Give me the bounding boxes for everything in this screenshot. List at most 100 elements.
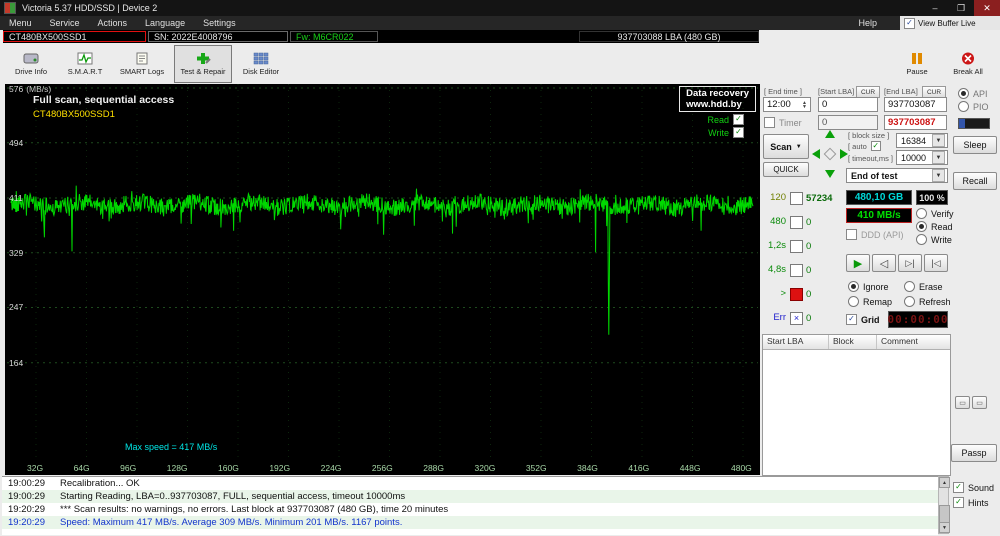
small-window-button-2[interactable]: ▭	[972, 396, 987, 409]
end-lba-input[interactable]: 937703087	[884, 97, 947, 112]
read-radio[interactable]: Read	[916, 221, 953, 232]
spinner-arrows-icon[interactable]: ▲ ▼	[802, 100, 807, 109]
step-back-button[interactable]: |◁	[924, 254, 948, 272]
scrollbar-thumb[interactable]	[939, 505, 950, 523]
ddd-api-checkbox[interactable]: ✓ DDD (API)	[846, 229, 904, 240]
smart-button[interactable]: S.M.A.R.T	[60, 45, 110, 83]
maximize-button[interactable]: ❐	[948, 0, 974, 16]
pio-radio-icon	[958, 101, 969, 112]
title-bar: Victoria 5.37 HDD/SSD | Device 2 – ❐ ✕	[0, 0, 1000, 16]
view-buffer-checkbox-icon: ✓	[904, 17, 915, 29]
counter-box-err-icon: ×	[790, 312, 803, 325]
menu-language[interactable]: Language	[136, 16, 194, 30]
api-radio-icon	[958, 88, 969, 99]
counter-value-4-8s: 0	[806, 265, 812, 276]
end-time-spinner[interactable]: 12:00 ▲ ▼	[763, 97, 811, 112]
dropdown-arrow-icon: ▼	[932, 151, 945, 164]
step-back-icon: |◁	[931, 257, 941, 268]
elapsed-time-display: 00:00:00	[887, 311, 949, 328]
quick-button[interactable]: QUICK	[763, 162, 809, 177]
log-scrollbar[interactable]: ▲ ▼	[938, 476, 950, 534]
log-row: 19:20:29 *** Scan results: no warnings, …	[8, 504, 449, 515]
step-forward-button[interactable]: ▷|	[898, 254, 922, 272]
drive-info-button[interactable]: Drive Info	[6, 45, 56, 83]
read-checkbox-icon: ✓	[733, 114, 744, 125]
scan-dropdown-icon[interactable]: ▼	[796, 144, 802, 150]
capacity-display: 480,10 GB	[846, 190, 912, 205]
auto-checkbox-icon: ✓	[870, 141, 881, 151]
small-window-button-1[interactable]: ▭	[955, 396, 970, 409]
write-radio[interactable]: Write	[916, 234, 952, 245]
counter-label-4-8s: 4,8s	[768, 264, 786, 275]
legend-read[interactable]: Read ✓	[707, 114, 744, 125]
view-buffer-label: View Buffer Live	[918, 18, 976, 28]
timer-checkbox-icon: ✓	[764, 117, 775, 128]
end-of-test-dropdown[interactable]: End of test ▼	[846, 168, 948, 183]
sound-checkbox[interactable]: ✓ Sound	[953, 482, 994, 493]
y-axis-label: 411	[9, 193, 23, 203]
ddd-checkbox-icon: ✓	[846, 229, 857, 240]
end-time-label: [ End time ]	[764, 87, 802, 96]
column-comment: Comment	[881, 336, 918, 346]
play-button[interactable]: ▶	[846, 254, 870, 272]
minimize-button[interactable]: –	[922, 0, 948, 16]
toolbar: Drive Info S.M.A.R.T SMART Logs Test & R…	[0, 44, 1000, 83]
smart-logs-button[interactable]: SMART Logs	[114, 45, 170, 83]
scan-graph-panel[interactable]: 576 (MB/s) 494 411 329 247 164 Full scan,…	[5, 84, 760, 475]
counter-label-480: 480	[770, 216, 786, 227]
pio-radio[interactable]: PIO	[958, 101, 989, 112]
timeout-label: [ timeout,ms ]	[848, 154, 894, 163]
timeout-dropdown[interactable]: 10000 ▼	[896, 150, 948, 165]
timer-checkbox[interactable]: ✓ Timer	[764, 117, 802, 128]
start-lba-input[interactable]: 0	[818, 97, 878, 112]
scroll-up-icon[interactable]: ▲	[939, 477, 950, 488]
dropdown-arrow-icon: ▼	[932, 134, 945, 147]
disk-editor-button[interactable]: Disk Editor	[236, 45, 286, 83]
counter-value-gt: 0	[806, 289, 812, 300]
pause-button[interactable]: Pause	[894, 45, 940, 83]
scroll-down-icon[interactable]: ▼	[939, 522, 950, 533]
menu-settings[interactable]: Settings	[194, 16, 245, 30]
sleep-button[interactable]: Sleep	[953, 136, 997, 154]
speed-display: 410 MB/s	[846, 208, 912, 223]
device-firmware: Fw: M6CR022	[290, 31, 378, 42]
hints-checkbox[interactable]: ✓ Hints	[953, 497, 989, 508]
erase-radio[interactable]: Erase	[904, 281, 943, 292]
defect-table-header: Start LBA Block Comment	[763, 335, 950, 350]
menu-service[interactable]: Service	[41, 16, 89, 30]
ignore-radio-icon	[848, 281, 859, 292]
counter-label-120: 120	[770, 192, 786, 203]
block-size-dropdown[interactable]: 16384 ▼	[896, 133, 948, 148]
menu-menu[interactable]: Menu	[0, 16, 41, 30]
remap-radio[interactable]: Remap	[848, 296, 892, 307]
menu-actions[interactable]: Actions	[89, 16, 137, 30]
pause-icon	[912, 52, 922, 64]
counter-box-4-8s	[790, 264, 803, 277]
reverse-button[interactable]: ◁	[872, 254, 896, 272]
scan-button[interactable]: Scan ▼	[763, 134, 809, 159]
log-row: 19:20:29 Speed: Maximum 417 MB/s. Averag…	[2, 516, 938, 529]
ignore-radio[interactable]: Ignore	[848, 281, 889, 292]
grid-checkbox[interactable]: ✓ Grid	[846, 314, 880, 325]
test-repair-button[interactable]: Test & Repair	[174, 44, 232, 83]
break-all-button[interactable]: Break All	[944, 45, 992, 83]
dropdown-arrow-icon: ▼	[932, 169, 945, 182]
hints-checkbox-icon: ✓	[953, 497, 964, 508]
menu-bar: Menu Service Actions Language Settings H…	[0, 16, 1000, 30]
counter-value-1-2s: 0	[806, 241, 812, 252]
grid-checkbox-icon: ✓	[846, 314, 857, 325]
recall-button[interactable]: Recall	[953, 172, 997, 190]
direction-pad[interactable]	[810, 128, 850, 180]
close-button[interactable]: ✕	[974, 0, 1000, 16]
api-radio[interactable]: API	[958, 88, 988, 99]
y-axis-label: 247	[9, 302, 24, 312]
refresh-radio[interactable]: Refresh	[904, 296, 951, 307]
defect-table[interactable]: Start LBA Block Comment	[762, 334, 951, 476]
verify-radio[interactable]: Verify	[916, 208, 954, 219]
legend-write[interactable]: Write ✓	[708, 127, 744, 138]
passp-button[interactable]: Passp	[951, 444, 997, 462]
menu-help[interactable]: Help	[849, 16, 886, 30]
erase-radio-icon	[904, 281, 915, 292]
view-buffer-live-toggle[interactable]: ✓ View Buffer Live	[900, 16, 1000, 30]
auto-checkbox[interactable]: [ auto ✓	[848, 141, 881, 151]
